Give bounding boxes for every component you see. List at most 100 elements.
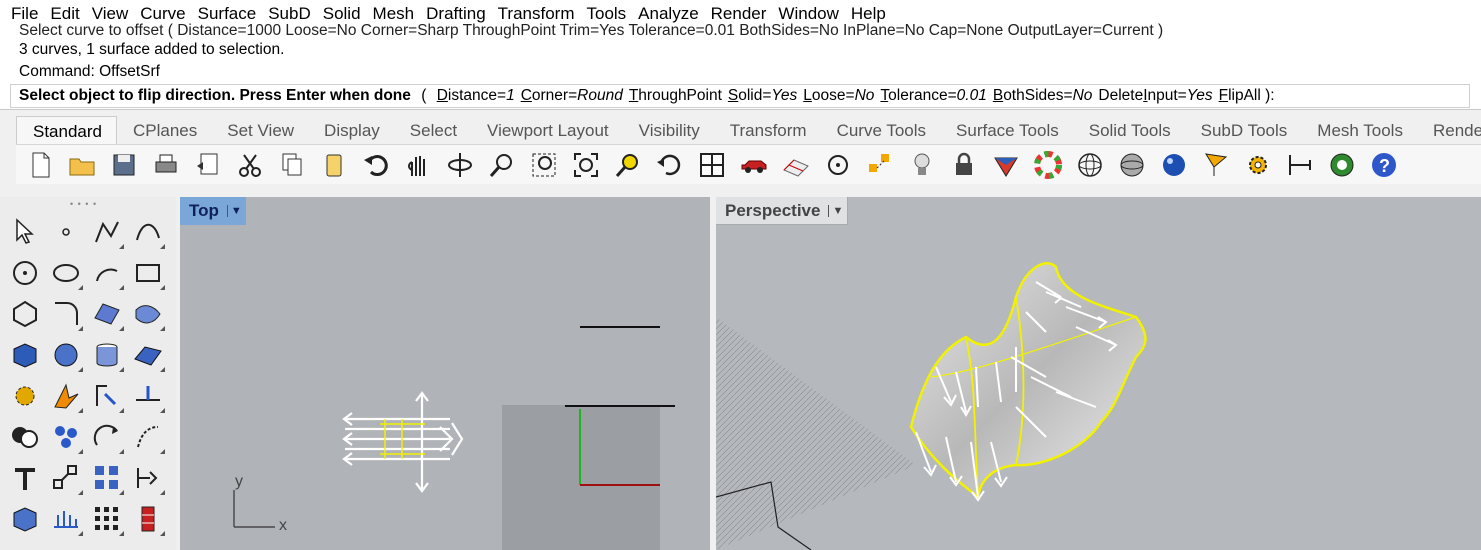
grid-options-icon[interactable]: [778, 148, 814, 182]
boolean-icon[interactable]: [4, 416, 45, 457]
help-icon[interactable]: ?: [1366, 148, 1402, 182]
tab-standard[interactable]: Standard: [16, 116, 117, 144]
menu-help[interactable]: Help: [848, 4, 895, 24]
tab-surface-tools[interactable]: Surface Tools: [940, 116, 1073, 144]
car-icon[interactable]: [736, 148, 772, 182]
open-folder-icon[interactable]: [64, 148, 100, 182]
grid-array-icon[interactable]: [86, 498, 127, 539]
trim-icon[interactable]: [127, 375, 168, 416]
mesh-plane-icon[interactable]: [127, 334, 168, 375]
display-globe-icon[interactable]: [1324, 148, 1360, 182]
group-icon[interactable]: [45, 416, 86, 457]
copy-icon[interactable]: [274, 148, 310, 182]
undo-icon[interactable]: [358, 148, 394, 182]
circle-icon[interactable]: [4, 252, 45, 293]
rectangle-icon[interactable]: [127, 252, 168, 293]
tab-solid-tools[interactable]: Solid Tools: [1073, 116, 1185, 144]
lock-icon[interactable]: [946, 148, 982, 182]
menu-surface[interactable]: Surface: [195, 4, 266, 24]
prompt-option[interactable]: Loose=No: [803, 87, 874, 104]
extend-icon[interactable]: [86, 375, 127, 416]
menu-edit[interactable]: Edit: [47, 4, 88, 24]
material-icon[interactable]: [988, 148, 1024, 182]
grid-points-icon[interactable]: [45, 498, 86, 539]
array-icon[interactable]: [86, 457, 127, 498]
wireframe-sphere-icon[interactable]: [1072, 148, 1108, 182]
surface-from-curves-icon[interactable]: [86, 293, 127, 334]
undo-view-icon[interactable]: [652, 148, 688, 182]
menu-render[interactable]: Render: [708, 4, 776, 24]
shaded-sphere-icon[interactable]: [1114, 148, 1150, 182]
tab-transform[interactable]: Transform: [714, 116, 821, 144]
select-arrow-icon[interactable]: [4, 211, 45, 252]
scale-icon[interactable]: [45, 457, 86, 498]
pan-hand-icon[interactable]: [400, 148, 436, 182]
cylinder-icon[interactable]: [86, 334, 127, 375]
transform-gear-icon[interactable]: [4, 375, 45, 416]
point-icon[interactable]: [45, 211, 86, 252]
menu-view[interactable]: View: [89, 4, 138, 24]
tab-render[interactable]: Render: [1417, 116, 1481, 144]
prompt-option[interactable]: BothSides=No: [993, 87, 1093, 104]
tab-set-view[interactable]: Set View: [211, 116, 308, 144]
prompt-option[interactable]: Corner=Round: [521, 87, 623, 104]
tab-cplanes[interactable]: CPlanes: [117, 116, 211, 144]
color-wheel-icon[interactable]: [1030, 148, 1066, 182]
gear-icon[interactable]: [1240, 148, 1276, 182]
menu-subd[interactable]: SubD: [265, 4, 320, 24]
dimension-icon[interactable]: [1282, 148, 1318, 182]
viewport-perspective-title[interactable]: Perspective ▼: [716, 197, 849, 225]
paste-icon[interactable]: [316, 148, 352, 182]
import-icon[interactable]: [190, 148, 226, 182]
prompt-option[interactable]: Solid=Yes: [728, 87, 797, 104]
sphere-icon[interactable]: [45, 334, 86, 375]
zoom-selected-icon[interactable]: [610, 148, 646, 182]
osnap-icon[interactable]: [820, 148, 856, 182]
tab-visibility[interactable]: Visibility: [623, 116, 714, 144]
rotate-view-icon[interactable]: [442, 148, 478, 182]
zoom-window-icon[interactable]: [526, 148, 562, 182]
menu-tools[interactable]: Tools: [583, 4, 635, 24]
prompt-option[interactable]: ThroughPoint: [629, 87, 722, 104]
cut-icon[interactable]: [232, 148, 268, 182]
print-icon[interactable]: [148, 148, 184, 182]
curve-tools-icon[interactable]: [127, 416, 168, 457]
menu-window[interactable]: Window: [775, 4, 847, 24]
fillet-curve-icon[interactable]: [45, 293, 86, 334]
polyline-icon[interactable]: [86, 211, 127, 252]
toolbox-grip[interactable]: • • • •: [70, 199, 97, 209]
solid-box-icon[interactable]: [4, 498, 45, 539]
tab-mesh-tools[interactable]: Mesh Tools: [1301, 116, 1417, 144]
menu-curve[interactable]: Curve: [137, 4, 194, 24]
tab-subd-tools[interactable]: SubD Tools: [1185, 116, 1302, 144]
prompt-option[interactable]: FlipAll: [1219, 87, 1261, 104]
menu-transform[interactable]: Transform: [495, 4, 584, 24]
menu-drafting[interactable]: Drafting: [423, 4, 495, 24]
prompt-option[interactable]: Distance=1: [437, 87, 515, 104]
curve-icon[interactable]: [127, 211, 168, 252]
chevron-down-icon[interactable]: ▼: [828, 204, 843, 217]
arc-icon[interactable]: [86, 252, 127, 293]
menu-file[interactable]: File: [8, 4, 47, 24]
box-icon[interactable]: [4, 334, 45, 375]
command-prompt[interactable]: Select object to flip direction. Press E…: [10, 84, 1470, 108]
zoom-extents-icon[interactable]: [568, 148, 604, 182]
surface-patch-icon[interactable]: [127, 293, 168, 334]
four-viewports-icon[interactable]: [694, 148, 730, 182]
dimension-tool-icon[interactable]: [127, 457, 168, 498]
gumball-icon[interactable]: [862, 148, 898, 182]
tab-viewport-layout[interactable]: Viewport Layout: [471, 116, 623, 144]
rendered-sphere-icon[interactable]: [1156, 148, 1192, 182]
tab-select[interactable]: Select: [394, 116, 471, 144]
prompt-option[interactable]: Tolerance=0.01: [880, 87, 986, 104]
save-icon[interactable]: [106, 148, 142, 182]
rotate-icon[interactable]: [86, 416, 127, 457]
tab-curve-tools[interactable]: Curve Tools: [821, 116, 940, 144]
viewport-top-title[interactable]: Top ▼: [180, 197, 246, 225]
wall-icon[interactable]: [127, 498, 168, 539]
text-icon[interactable]: [4, 457, 45, 498]
new-file-icon[interactable]: [22, 148, 58, 182]
ellipse-icon[interactable]: [45, 252, 86, 293]
menu-solid[interactable]: Solid: [320, 4, 370, 24]
explode-icon[interactable]: [45, 375, 86, 416]
